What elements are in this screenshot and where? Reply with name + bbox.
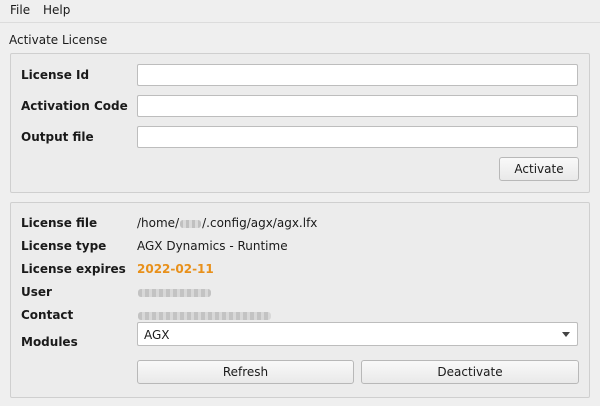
license-file-prefix: /home/ [137,216,180,230]
contact-label: Contact [21,308,74,322]
refresh-button[interactable]: Refresh [137,360,354,384]
license-type-value: AGX Dynamics - Runtime [137,239,288,253]
redacted-username [180,219,202,228]
license-file-label: License file [21,216,98,230]
license-type-label: License type [21,239,107,253]
output-file-label: Output file [21,130,94,144]
modules-selected: AGX [144,328,170,342]
activation-code-label: Activation Code [21,99,128,113]
redacted-contact-value [138,312,271,320]
menu-file[interactable]: File [10,3,30,17]
deactivate-button[interactable]: Deactivate [361,360,579,384]
activate-license-group: License Id Activation Code Output file A… [10,53,590,193]
license-id-input[interactable] [137,64,578,86]
license-info-group: License file /home//.config/agx/agx.lfx … [10,202,590,398]
activation-code-input[interactable] [137,95,578,117]
output-file-input[interactable] [137,126,578,148]
license-id-label: License Id [21,68,90,82]
redacted-user-value [138,289,211,297]
license-expires-value: 2022-02-11 [137,262,214,276]
user-label: User [21,285,52,299]
license-expires-label: License expires [21,262,126,276]
activate-license-title: Activate License [9,33,108,47]
license-file-suffix: /.config/agx/agx.lfx [202,216,318,230]
modules-combobox[interactable]: AGX [137,322,578,346]
activate-button[interactable]: Activate [499,157,579,181]
menu-bar: File Help [0,0,600,23]
license-file-value: /home/ /.config/agx/agx.lfx [137,216,317,230]
menu-help[interactable]: Help [43,3,70,17]
modules-label: Modules [21,335,78,349]
chevron-down-icon [562,332,570,337]
